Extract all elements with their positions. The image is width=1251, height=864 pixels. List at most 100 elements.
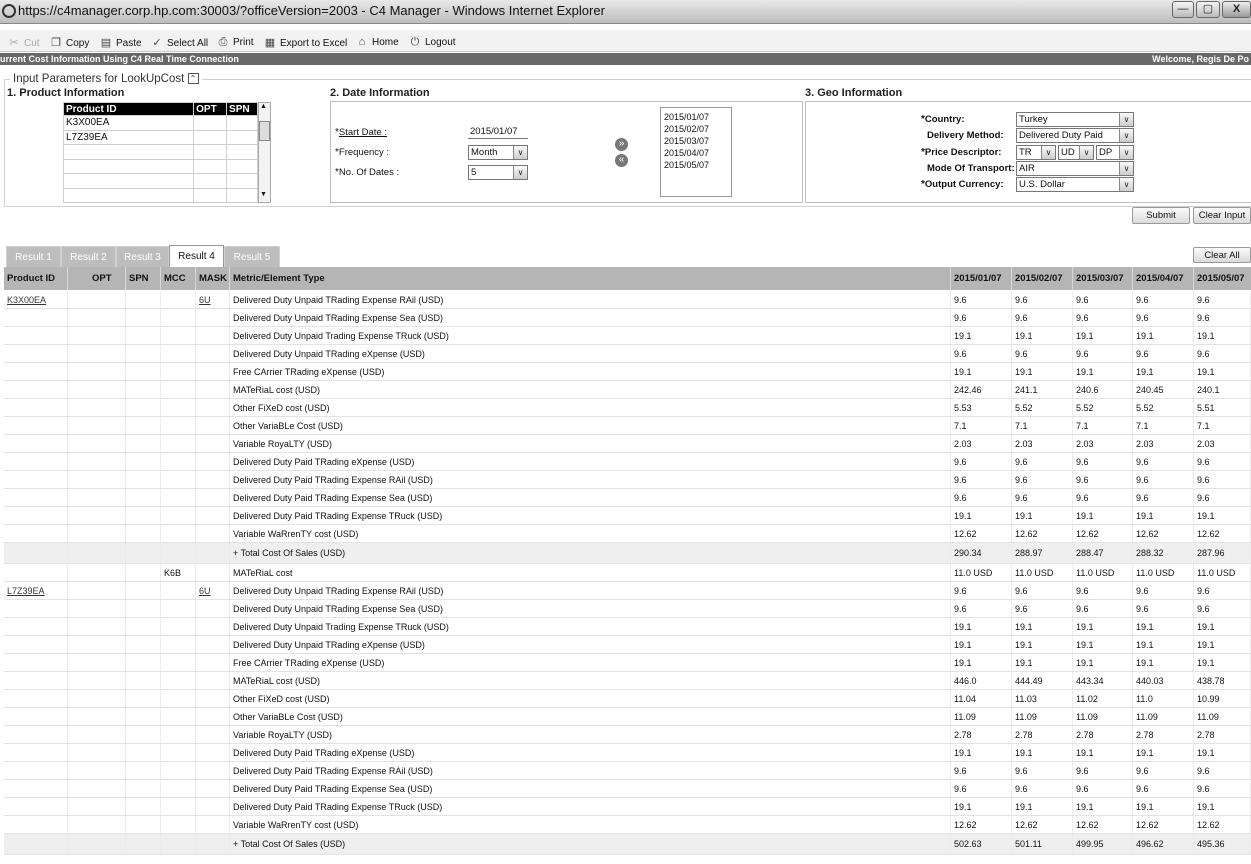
export-excel-button[interactable]: ▦ Export to Excel bbox=[264, 36, 347, 49]
output-currency-value: U.S. Dollar bbox=[1019, 179, 1065, 190]
table-row: Other VariaBLe Cost (USD) 7.1 7.1 7.1 7.1 7.1 bbox=[4, 417, 1251, 435]
logout-button[interactable]: ⏻ Logout bbox=[409, 36, 456, 48]
date-list-item[interactable]: 2015/01/07 bbox=[664, 111, 709, 123]
value-cell: 19.1 bbox=[1073, 618, 1133, 635]
col-metric-type[interactable]: Metric/Element Type bbox=[230, 267, 951, 290]
frequency-select[interactable]: Month ∨ bbox=[468, 145, 528, 160]
print-button[interactable]: ⎙ Print bbox=[217, 36, 254, 48]
opt-cell[interactable] bbox=[193, 158, 228, 174]
spn-cell[interactable] bbox=[226, 129, 258, 145]
spn-cell[interactable] bbox=[226, 144, 258, 160]
transport-mode-select[interactable]: AIR ∨ bbox=[1016, 161, 1134, 176]
remove-dates-button[interactable]: « bbox=[615, 154, 628, 167]
product-id-cell bbox=[4, 435, 68, 452]
table-row: Delivered Duty Unpaid TRading eXpense (U… bbox=[4, 345, 1251, 363]
country-label-text: Country: bbox=[924, 114, 965, 125]
opt-cell bbox=[68, 798, 126, 815]
value-cell: 19.1 bbox=[1194, 798, 1251, 815]
scroll-up-icon[interactable]: ▲ bbox=[260, 103, 267, 110]
product-id-cell[interactable] bbox=[62, 187, 195, 203]
product-id-cell[interactable] bbox=[62, 158, 195, 174]
product-id-cell[interactable]: K3X00EA bbox=[62, 115, 195, 131]
spn-cell[interactable] bbox=[226, 158, 258, 174]
cut-button[interactable]: ✂ Cut bbox=[8, 36, 39, 49]
product-id-cell bbox=[4, 780, 68, 797]
opt-cell[interactable] bbox=[193, 129, 228, 145]
spn-cell[interactable] bbox=[226, 187, 258, 203]
maximize-button[interactable]: ▢ bbox=[1196, 1, 1220, 18]
spn-cell bbox=[126, 507, 161, 524]
value-cell: 2.03 bbox=[951, 435, 1012, 452]
copy-label: Copy bbox=[66, 38, 90, 49]
input-panel-title-text: Input Parameters for LookUpCost bbox=[13, 73, 185, 85]
col-mask[interactable]: MASK bbox=[196, 267, 230, 290]
product-id-cell[interactable] bbox=[62, 173, 195, 189]
opt-cell[interactable] bbox=[193, 173, 228, 189]
product-id-cell[interactable]: L7Z39EA bbox=[62, 129, 195, 145]
delivery-method-select[interactable]: Delivered Duty Paid ∨ bbox=[1016, 128, 1134, 143]
mask-link[interactable]: 6U bbox=[196, 582, 230, 599]
table-row: Delivered Duty Paid TRading eXpense (USD… bbox=[4, 744, 1251, 762]
col-date-2[interactable]: 2015/02/07 bbox=[1012, 267, 1073, 290]
value-cell: 11.0 USD bbox=[1073, 564, 1133, 581]
start-date-input[interactable]: 2015/01/07 bbox=[468, 125, 528, 139]
tab-result-3[interactable]: Result 3 bbox=[116, 246, 169, 267]
scroll-thumb[interactable] bbox=[259, 121, 270, 141]
collapse-icon[interactable]: ⌃ bbox=[187, 73, 199, 85]
col-date-4[interactable]: 2015/04/07 bbox=[1133, 267, 1194, 290]
country-select[interactable]: Turkey ∨ bbox=[1016, 112, 1134, 127]
spn-cell[interactable] bbox=[226, 173, 258, 189]
table-row: Delivered Duty Unpaid Trading Expense TR… bbox=[4, 618, 1251, 636]
col-date-5[interactable]: 2015/05/07 bbox=[1194, 267, 1251, 290]
product-id-cell bbox=[4, 363, 68, 380]
value-cell: 11.04 bbox=[951, 690, 1012, 707]
col-spn[interactable]: SPN bbox=[126, 267, 161, 290]
minimize-button[interactable]: — bbox=[1172, 1, 1194, 18]
date-list-item[interactable]: 2015/04/07 bbox=[664, 147, 709, 159]
price-descriptor-select-3[interactable]: DP ∨ bbox=[1096, 145, 1134, 160]
clear-all-button[interactable]: Clear All bbox=[1193, 247, 1251, 263]
price-descriptor-select-2[interactable]: UD ∨ bbox=[1058, 145, 1094, 160]
mask-link[interactable]: 6U bbox=[196, 291, 230, 308]
close-window-button[interactable]: X bbox=[1222, 1, 1251, 18]
tab-result-1[interactable]: Result 1 bbox=[6, 246, 61, 267]
opt-cell[interactable] bbox=[193, 144, 228, 160]
clear-input-button[interactable]: Clear Input bbox=[1193, 207, 1251, 224]
home-button[interactable]: ⌂ Home bbox=[356, 36, 399, 48]
date-list-item[interactable]: 2015/03/07 bbox=[664, 135, 709, 147]
product-link[interactable]: L7Z39EA bbox=[4, 582, 68, 599]
col-date-3[interactable]: 2015/03/07 bbox=[1073, 267, 1133, 290]
price-descriptor-select-1[interactable]: TR ∨ bbox=[1016, 145, 1056, 160]
paste-button[interactable]: ▤ Paste bbox=[100, 36, 142, 49]
price-descriptor-label-text: Price Descriptor: bbox=[924, 147, 1002, 158]
mcc-cell bbox=[161, 672, 196, 689]
tab-result-5[interactable]: Result 5 bbox=[224, 246, 280, 267]
col-opt[interactable]: OPT bbox=[68, 267, 126, 290]
spn-cell bbox=[126, 453, 161, 470]
spn-cell bbox=[126, 834, 161, 854]
tab-result-2[interactable]: Result 2 bbox=[61, 246, 116, 267]
copy-button[interactable]: ❐ Copy bbox=[50, 36, 90, 49]
select-all-button[interactable]: ✓ Select All bbox=[151, 36, 208, 49]
col-date-1[interactable]: 2015/01/07 bbox=[951, 267, 1012, 290]
product-id-cell[interactable] bbox=[62, 144, 195, 160]
product-table-scrollbar[interactable]: ▲ ▼ bbox=[258, 102, 271, 203]
add-dates-button[interactable]: » bbox=[615, 138, 628, 151]
tab-result-4[interactable]: Result 4 bbox=[169, 245, 224, 267]
spn-cell[interactable] bbox=[226, 115, 258, 131]
start-date-label: *Start Date : bbox=[335, 127, 387, 138]
date-list-item[interactable]: 2015/02/07 bbox=[664, 123, 709, 135]
col-mcc[interactable]: MCC bbox=[161, 267, 196, 290]
scissors-icon: ✂ bbox=[9, 37, 19, 49]
submit-button[interactable]: Submit bbox=[1132, 207, 1190, 224]
number-of-dates-select[interactable]: 5 ∨ bbox=[468, 165, 528, 180]
output-currency-select[interactable]: U.S. Dollar ∨ bbox=[1016, 177, 1134, 192]
opt-cell[interactable] bbox=[193, 187, 228, 203]
date-list[interactable]: 2015/01/07 2015/02/07 2015/03/07 2015/04… bbox=[660, 107, 732, 197]
scroll-down-icon[interactable]: ▼ bbox=[260, 191, 267, 198]
col-product-id[interactable]: Product ID bbox=[4, 267, 68, 290]
product-link[interactable]: K3X00EA bbox=[4, 291, 68, 308]
window-title-bar[interactable]: https://c4manager.corp.hp.com:30003/?off… bbox=[0, 0, 1251, 24]
opt-cell[interactable] bbox=[193, 115, 228, 131]
date-list-item[interactable]: 2015/05/07 bbox=[664, 159, 709, 171]
